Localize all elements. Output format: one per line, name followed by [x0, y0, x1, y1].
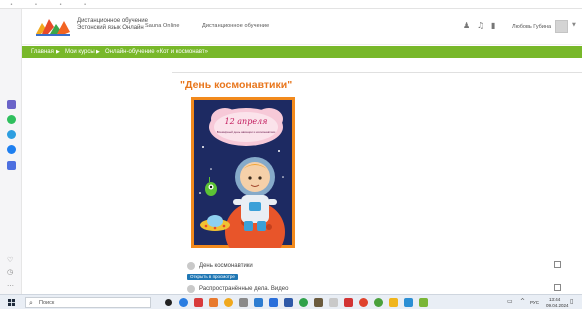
breadcrumb: Главная ▶ Мои курсы ▶ Онлайн-обучение «К…: [22, 46, 582, 58]
store-icon[interactable]: [239, 298, 248, 307]
app-icon[interactable]: [329, 298, 338, 307]
history-icon[interactable]: ◷: [7, 268, 13, 277]
chevron-down-icon[interactable]: ▼: [572, 22, 576, 28]
task-view-icon[interactable]: [165, 299, 172, 306]
powerpoint-icon[interactable]: [344, 298, 353, 307]
chevron-right-icon: ▶: [56, 49, 60, 55]
page-activity-icon: [187, 285, 195, 293]
browser-icon[interactable]: [224, 298, 233, 307]
bell-icon[interactable]: ♫: [477, 21, 484, 30]
breadcrumb-home[interactable]: Главная: [31, 48, 54, 56]
app-icon[interactable]: [404, 298, 413, 307]
app-icon[interactable]: [314, 298, 323, 307]
search-placeholder: Поиск: [39, 300, 55, 306]
breadcrumb-course[interactable]: Онлайн-обучение «Кот и космонавт»: [105, 48, 208, 56]
files-icon[interactable]: [209, 298, 218, 307]
completion-checkbox[interactable]: [554, 261, 561, 268]
user-name[interactable]: Любовь Губина: [512, 24, 551, 30]
content-divider: [172, 72, 582, 73]
page-title: "День космонавтики": [180, 79, 293, 91]
notifications-icon[interactable]: ▯: [570, 298, 573, 305]
tab-strip-dots-icon: • • • •: [10, 2, 97, 8]
status-badge[interactable]: Открыть в просмотре: [187, 274, 238, 280]
whatsapp-icon[interactable]: [7, 115, 16, 124]
activity-link[interactable]: День космонавтики: [199, 263, 253, 270]
site-logo[interactable]: [34, 15, 72, 37]
app-icon[interactable]: [194, 298, 203, 307]
clock-time[interactable]: 13:44: [549, 297, 560, 302]
activity-link[interactable]: Распространённые дела. Видео: [199, 286, 288, 293]
app-icon[interactable]: [284, 298, 293, 307]
chat-icon[interactable]: ▮: [491, 21, 495, 30]
cosmonautics-poster-image[interactable]: 12 апреля Всемирный день авиации и космо…: [191, 97, 295, 248]
browser-sidebar: ♡ ◷ …: [0, 9, 22, 294]
app-icon[interactable]: [389, 298, 398, 307]
app-icon[interactable]: [419, 298, 428, 307]
opera-icon[interactable]: [359, 298, 368, 307]
poster-date-text: 12 апреля: [225, 117, 268, 126]
avatar[interactable]: [555, 20, 568, 33]
chrome-icon[interactable]: [374, 298, 383, 307]
windows-start-icon[interactable]: [8, 299, 15, 306]
user-icon[interactable]: ♟: [463, 21, 470, 30]
taskbar-search-input[interactable]: ⌕ Поиск: [25, 297, 151, 308]
page-activity-icon: [187, 262, 195, 270]
poster-subtitle-text: Всемирный день авиации и космонавтики: [217, 130, 276, 134]
more-icon[interactable]: …: [7, 280, 14, 289]
heart-icon[interactable]: ♡: [7, 256, 13, 265]
word-icon[interactable]: [269, 298, 278, 307]
chevron-up-icon[interactable]: ^: [520, 298, 525, 305]
edge-icon[interactable]: [179, 298, 188, 307]
telegram-icon[interactable]: [7, 130, 16, 139]
bookmark-icon[interactable]: [7, 100, 16, 109]
notification-icon[interactable]: ▭: [507, 298, 513, 305]
clock-date[interactable]: 09.04.2024: [546, 303, 569, 308]
app-icon[interactable]: [299, 298, 308, 307]
nav-item-sauna[interactable]: Sauna Online: [145, 23, 180, 29]
outlook-icon[interactable]: [254, 298, 263, 307]
browser-top-strip: • • • •: [0, 0, 582, 9]
site-header: Дистанционное обучение Эстонский язык Он…: [22, 9, 582, 45]
taskbar: ⌕ Поиск ▭ ^ РУС 13:44 09.04.2024 ▯: [0, 294, 582, 309]
nav-item-distance[interactable]: Дистанционное обучение: [202, 23, 269, 29]
completion-checkbox[interactable]: [554, 284, 561, 291]
breadcrumb-my-courses[interactable]: Мои курсы: [65, 48, 95, 56]
app-icon[interactable]: [7, 161, 16, 170]
search-icon: ⌕: [29, 299, 33, 307]
messenger-icon[interactable]: [7, 145, 16, 154]
chevron-right-icon: ▶: [96, 49, 100, 55]
language-indicator[interactable]: РУС: [530, 300, 539, 305]
